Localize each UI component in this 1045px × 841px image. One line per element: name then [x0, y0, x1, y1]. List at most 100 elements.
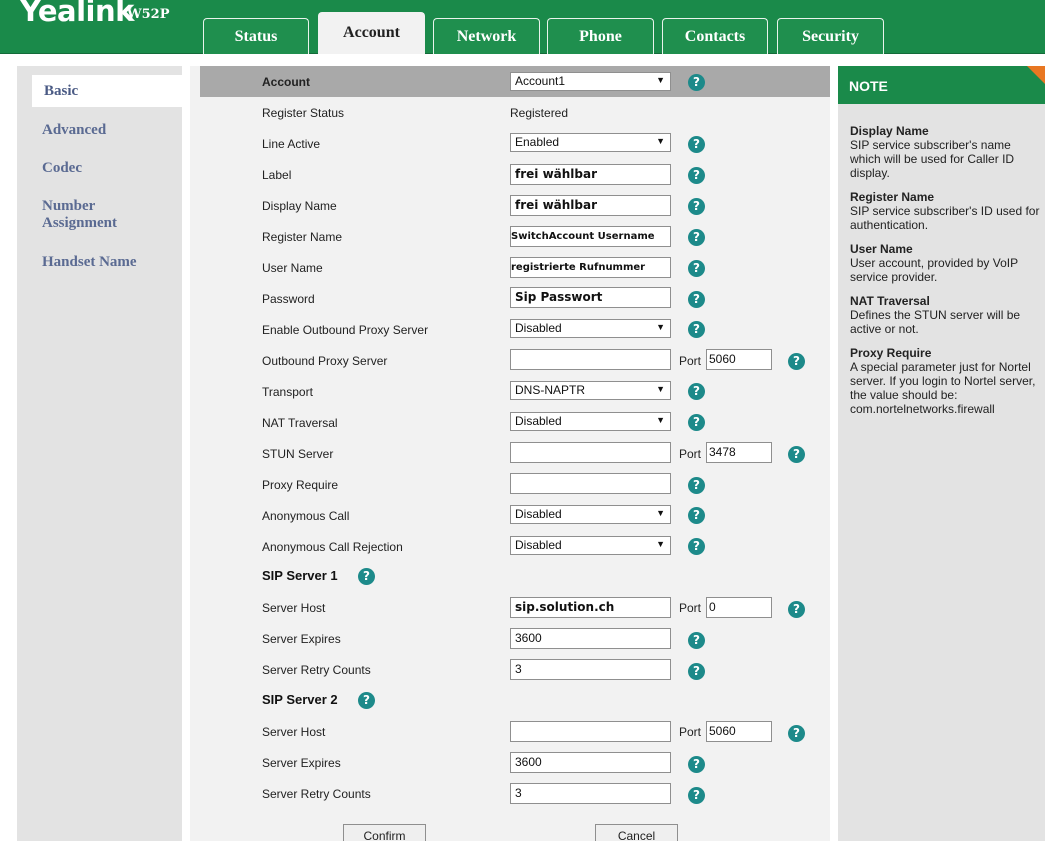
help-icon[interactable]: ? — [688, 632, 705, 649]
tab-phone[interactable]: Phone — [547, 18, 654, 54]
sip1-server-expires-label: Server Expires — [262, 632, 341, 646]
sip1-server-retry-label: Server Retry Counts — [262, 663, 371, 677]
label-input[interactable]: frei wählbar — [510, 164, 671, 185]
password-input[interactable]: Sip Passwort — [510, 287, 671, 308]
dropdown-arrow-icon: ▼ — [656, 322, 665, 332]
anonymous-call-rejection-select[interactable]: Disabled ▼ — [510, 536, 671, 555]
sip1-server-host-input[interactable]: sip.solution.ch — [510, 597, 671, 618]
tab-status[interactable]: Status — [203, 18, 309, 54]
outbound-proxy-enable-value: Disabled — [515, 321, 562, 335]
help-icon[interactable]: ? — [688, 229, 705, 246]
help-icon[interactable]: ? — [688, 136, 705, 153]
note-desc: Defines the STUN server will be active o… — [850, 308, 1021, 336]
outbound-proxy-server-input[interactable] — [510, 349, 671, 370]
help-icon[interactable]: ? — [688, 74, 705, 91]
note-item: Proxy Require A special parameter just f… — [850, 346, 1040, 416]
sip1-port-input[interactable]: 0 — [706, 597, 772, 618]
proxy-require-label: Proxy Require — [262, 478, 339, 492]
help-icon[interactable]: ? — [688, 507, 705, 524]
port-label: Port — [679, 601, 702, 615]
sip1-server-retry-input[interactable]: 3 — [510, 659, 671, 680]
dropdown-arrow-icon: ▼ — [656, 75, 665, 85]
help-icon[interactable]: ? — [688, 291, 705, 308]
help-icon[interactable]: ? — [688, 414, 705, 431]
help-icon[interactable]: ? — [358, 568, 375, 585]
help-icon[interactable]: ? — [688, 321, 705, 338]
note-item: Display Name SIP service subscriber's na… — [850, 124, 1040, 180]
help-icon[interactable]: ? — [688, 198, 705, 215]
cancel-button[interactable]: Cancel — [595, 824, 678, 841]
help-icon[interactable]: ? — [688, 663, 705, 680]
help-icon[interactable]: ? — [788, 601, 805, 618]
note-desc: User account, provided by VoIP service p… — [850, 256, 1018, 284]
sip2-server-retry-input[interactable]: 3 — [510, 783, 671, 804]
anonymous-call-select[interactable]: Disabled ▼ — [510, 505, 671, 524]
note-item: Register Name SIP service subscriber's I… — [850, 190, 1040, 232]
confirm-button[interactable]: Confirm — [343, 824, 426, 841]
note-term: NAT Traversal — [850, 294, 930, 308]
note-desc: SIP service subscriber's ID used for aut… — [850, 204, 1040, 232]
dropdown-arrow-icon: ▼ — [656, 384, 665, 394]
account-select[interactable]: Account1 ▼ — [510, 72, 671, 91]
outbound-proxy-server-label: Outbound Proxy Server — [262, 354, 388, 368]
help-icon[interactable]: ? — [688, 787, 705, 804]
note-desc: SIP service subscriber's name which will… — [850, 138, 1015, 180]
tab-account[interactable]: Account — [318, 12, 425, 54]
note-body: Display Name SIP service subscriber's na… — [850, 124, 1040, 426]
note-term: User Name — [850, 242, 913, 256]
sip2-port-input[interactable]: 5060 — [706, 721, 772, 742]
sip2-server-retry-label: Server Retry Counts — [262, 787, 371, 801]
proxy-require-input[interactable] — [510, 473, 671, 494]
help-icon[interactable]: ? — [688, 167, 705, 184]
display-name-label: Display Name — [262, 199, 337, 213]
outbound-proxy-port-input[interactable]: 5060 — [706, 349, 772, 370]
help-icon[interactable]: ? — [688, 756, 705, 773]
dropdown-arrow-icon: ▼ — [656, 508, 665, 518]
tab-security[interactable]: Security — [777, 18, 884, 54]
stun-port-input[interactable]: 3478 — [706, 442, 772, 463]
sip2-server-host-input[interactable] — [510, 721, 671, 742]
port-label: Port — [679, 725, 702, 739]
help-icon[interactable]: ? — [358, 692, 375, 709]
display-name-input[interactable]: frei wählbar — [510, 195, 671, 216]
top-header: Yealink W52P Status Account Network Phon… — [0, 0, 1045, 54]
sidebar-item-advanced[interactable]: Advanced — [42, 122, 106, 139]
user-name-input[interactable]: registrierte Rufnummer — [510, 257, 671, 278]
sidebar-item-basic[interactable]: Basic — [32, 75, 202, 107]
note-item: NAT Traversal Defines the STUN server wi… — [850, 294, 1040, 336]
stun-server-input[interactable] — [510, 442, 671, 463]
sip-server-1-title: SIP Server 1 — [262, 568, 338, 583]
tab-network[interactable]: Network — [433, 18, 540, 54]
sidebar-item-codec[interactable]: Codec — [42, 160, 82, 177]
sidebar-item-number-assignment[interactable]: Number Assignment — [42, 198, 152, 232]
sip2-server-expires-input[interactable]: 3600 — [510, 752, 671, 773]
nat-traversal-select[interactable]: Disabled ▼ — [510, 412, 671, 431]
tab-contacts[interactable]: Contacts — [662, 18, 768, 54]
outbound-proxy-enable-label: Enable Outbound Proxy Server — [262, 323, 429, 337]
help-icon[interactable]: ? — [688, 477, 705, 494]
label-label: Label — [262, 168, 292, 182]
help-icon[interactable]: ? — [688, 260, 705, 277]
logo-separator — [120, 5, 122, 21]
sip1-server-expires-input[interactable]: 3600 — [510, 628, 671, 649]
help-icon[interactable]: ? — [788, 353, 805, 370]
register-name-input[interactable]: SwitchAccount Username — [510, 226, 671, 247]
help-icon[interactable]: ? — [788, 446, 805, 463]
dropdown-arrow-icon: ▼ — [656, 136, 665, 146]
nat-traversal-label: NAT Traversal — [262, 416, 338, 430]
anonymous-call-label: Anonymous Call — [262, 509, 350, 523]
dropdown-arrow-icon: ▼ — [656, 415, 665, 425]
outbound-proxy-enable-select[interactable]: Disabled ▼ — [510, 319, 671, 338]
note-term: Proxy Require — [850, 346, 932, 360]
help-icon[interactable]: ? — [688, 538, 705, 555]
help-icon[interactable]: ? — [788, 725, 805, 742]
sidebar-item-handset-name[interactable]: Handset Name — [42, 254, 137, 271]
sip1-server-host-label: Server Host — [262, 601, 326, 615]
help-icon[interactable]: ? — [688, 383, 705, 400]
anonymous-call-rejection-value: Disabled — [515, 538, 562, 552]
transport-label: Transport — [262, 385, 313, 399]
note-term: Register Name — [850, 190, 935, 204]
transport-select[interactable]: DNS-NAPTR ▼ — [510, 381, 671, 400]
line-active-select[interactable]: Enabled ▼ — [510, 133, 671, 152]
account-form: Account Account1 ▼ ? Register Status Regi… — [190, 66, 830, 841]
